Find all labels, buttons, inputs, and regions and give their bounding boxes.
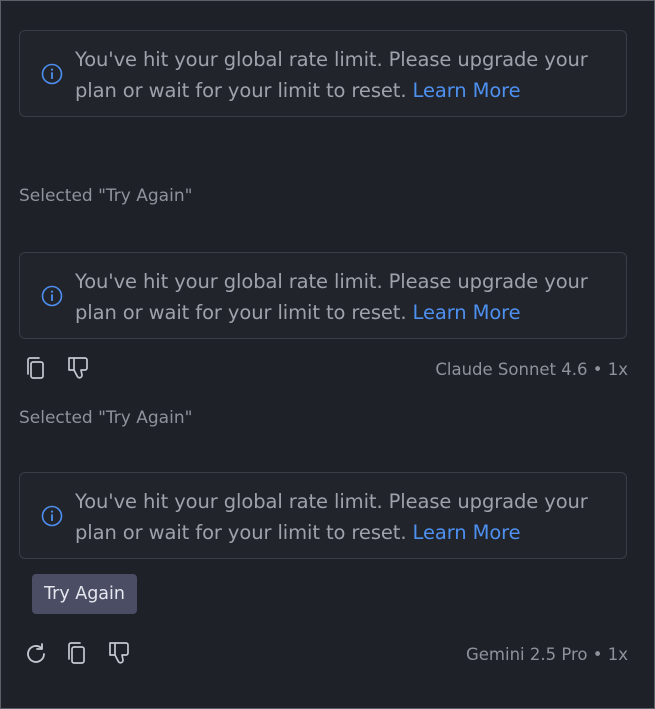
alert-message: You've hit your global rate limit. Pleas… bbox=[75, 44, 615, 106]
copy-icon bbox=[68, 642, 85, 664]
selected-option-label: Selected "Try Again" bbox=[19, 186, 193, 206]
thumbs-down-icon bbox=[109, 642, 129, 664]
info-circle-icon bbox=[41, 505, 63, 527]
try-again-button[interactable]: Try Again bbox=[32, 574, 137, 614]
thumbs-down-icon bbox=[68, 357, 88, 379]
copy-button[interactable] bbox=[63, 640, 91, 668]
rate-limit-alert: You've hit your global rate limit. Pleas… bbox=[19, 472, 627, 559]
model-info: Gemini 2.5 Pro • 1x bbox=[465, 645, 628, 664]
rate-limit-alert: You've hit your global rate limit. Pleas… bbox=[19, 252, 627, 339]
model-info: Claude Sonnet 4.6 • 1x bbox=[435, 360, 628, 379]
learn-more-link[interactable]: Learn More bbox=[413, 79, 521, 102]
retry-button[interactable] bbox=[22, 640, 50, 668]
info-circle-icon bbox=[41, 63, 63, 85]
learn-more-link[interactable]: Learn More bbox=[413, 521, 521, 544]
learn-more-link[interactable]: Learn More bbox=[413, 301, 521, 324]
retry-icon bbox=[27, 643, 45, 663]
chat-panel: You've hit your global rate limit. Pleas… bbox=[0, 0, 655, 709]
copy-button[interactable] bbox=[22, 355, 50, 383]
selected-option-label: Selected "Try Again" bbox=[19, 408, 193, 428]
info-circle-icon bbox=[41, 285, 63, 307]
dislike-button[interactable] bbox=[105, 639, 133, 667]
alert-message: You've hit your global rate limit. Pleas… bbox=[75, 266, 615, 328]
dislike-button[interactable] bbox=[64, 354, 92, 382]
alert-message: You've hit your global rate limit. Pleas… bbox=[75, 486, 615, 548]
rate-limit-alert: You've hit your global rate limit. Pleas… bbox=[19, 30, 627, 117]
copy-icon bbox=[27, 357, 44, 379]
